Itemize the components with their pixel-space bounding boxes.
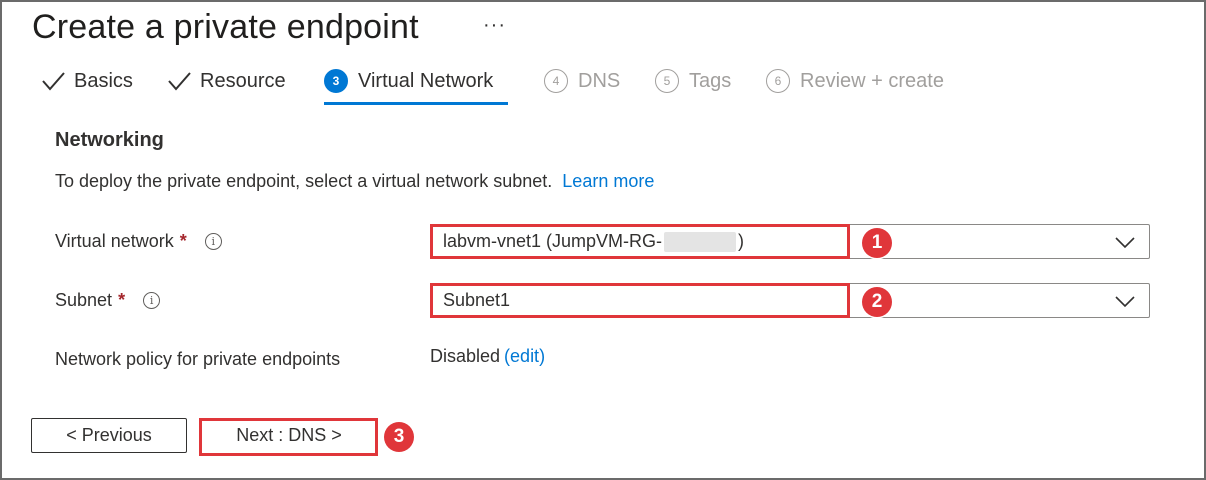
tab-dns[interactable]: 4 DNS bbox=[544, 60, 620, 102]
subnet-dropdown[interactable]: Subnet1 bbox=[430, 283, 1150, 318]
step-badge-3: 3 bbox=[384, 422, 414, 452]
checkmark-icon bbox=[42, 72, 65, 91]
tab-label: Virtual Network bbox=[358, 69, 494, 92]
tab-label: Tags bbox=[689, 69, 732, 92]
network-policy-value: Disabled (edit) bbox=[430, 346, 545, 367]
tab-tags[interactable]: 5 Tags bbox=[655, 60, 731, 102]
chevron-down-icon bbox=[1115, 237, 1135, 249]
tab-label: Review + create bbox=[800, 69, 944, 92]
chevron-down-icon bbox=[1115, 296, 1135, 308]
virtual-network-label: Virtual network * i bbox=[55, 231, 222, 252]
network-policy-label: Network policy for private endpoints bbox=[55, 349, 341, 369]
policy-edit-link[interactable]: (edit) bbox=[504, 346, 545, 366]
vnet-value-prefix: labvm-vnet1 (JumpVM-RG- bbox=[443, 231, 663, 251]
more-options-icon[interactable]: ··· bbox=[483, 14, 506, 37]
tab-label: DNS bbox=[578, 69, 621, 92]
info-icon[interactable]: i bbox=[204, 233, 222, 250]
virtual-network-dropdown[interactable]: labvm-vnet1 (JumpVM-RG-) bbox=[430, 224, 1150, 259]
tab-label: Basics bbox=[74, 69, 133, 92]
virtual-network-value: labvm-vnet1 (JumpVM-RG-) bbox=[443, 231, 745, 253]
learn-more-link[interactable]: Learn more bbox=[562, 171, 654, 191]
tab-basics[interactable]: Basics bbox=[40, 60, 133, 102]
tab-resource[interactable]: Resource bbox=[166, 60, 286, 102]
info-icon[interactable]: i bbox=[143, 292, 161, 309]
section-heading: Networking bbox=[55, 129, 164, 151]
description-text: To deploy the private endpoint, select a… bbox=[55, 171, 553, 191]
tab-review-create[interactable]: 6 Review + create bbox=[766, 60, 944, 102]
field-label: Subnet bbox=[55, 290, 113, 310]
redacted-text bbox=[664, 232, 737, 253]
tab-label: Resource bbox=[200, 69, 286, 92]
required-asterisk: * bbox=[179, 231, 187, 251]
next-dns-button[interactable]: Next : DNS > bbox=[201, 418, 377, 453]
policy-status: Disabled bbox=[430, 346, 501, 366]
previous-button[interactable]: < Previous bbox=[31, 418, 187, 453]
field-label: Virtual network bbox=[55, 231, 174, 251]
step-badge-2: 2 bbox=[862, 287, 892, 317]
active-tab-indicator bbox=[324, 102, 508, 105]
section-description: To deploy the private endpoint, select a… bbox=[55, 171, 654, 192]
checkmark-icon bbox=[168, 72, 191, 91]
step-number-icon: 4 bbox=[544, 69, 568, 93]
window-frame: Create a private endpoint ··· Basics Res… bbox=[0, 0, 1206, 480]
page-title: Create a private endpoint bbox=[32, 8, 419, 46]
step-badge-1: 1 bbox=[862, 228, 892, 258]
subnet-label: Subnet * i bbox=[55, 290, 161, 311]
step-number-icon: 3 bbox=[324, 69, 348, 93]
tab-virtual-network[interactable]: 3 Virtual Network bbox=[324, 60, 493, 102]
step-number-icon: 5 bbox=[655, 69, 679, 93]
subnet-value: Subnet1 bbox=[443, 290, 511, 310]
required-asterisk: * bbox=[118, 290, 126, 310]
vnet-value-suffix: ) bbox=[738, 231, 745, 251]
step-number-icon: 6 bbox=[766, 69, 790, 93]
